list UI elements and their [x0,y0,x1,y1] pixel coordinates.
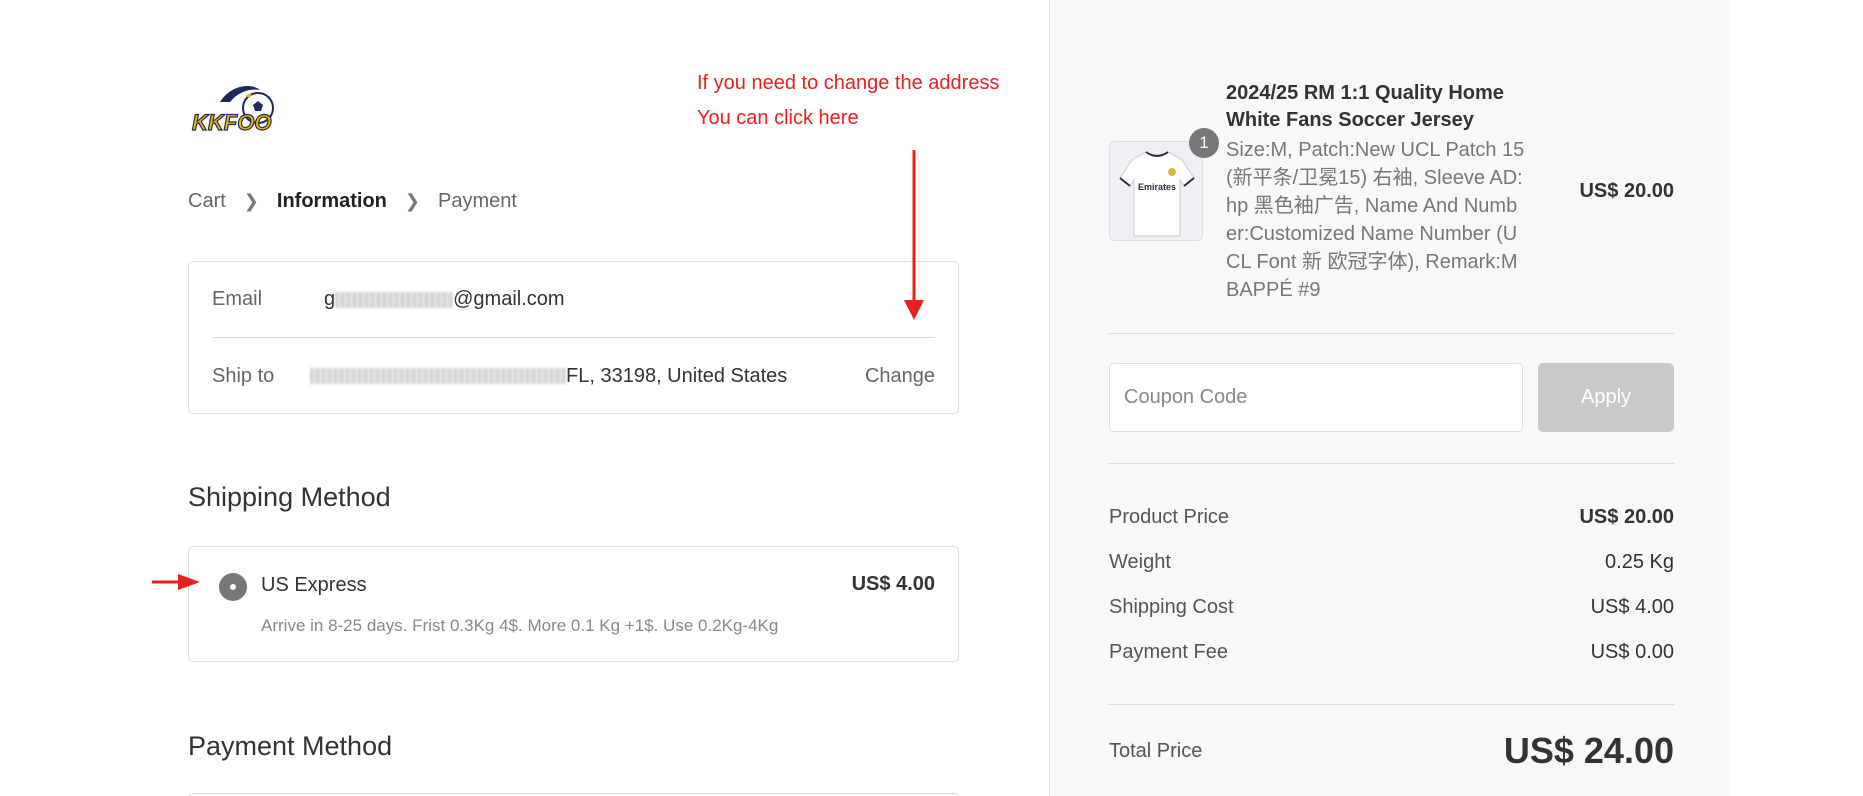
total-row: Total Price US$ 24.00 [1109,730,1674,772]
summary-label: Shipping Cost [1109,596,1234,618]
summary-value: US$ 0.00 [1590,641,1674,663]
summary-shipping-cost: Shipping Cost US$ 4.00 [1109,596,1674,619]
summary-label: Weight [1109,551,1171,573]
checkout-page: KKFOO Cart ❯ Information ❯ Payment Email… [0,0,1863,796]
divider [1109,333,1674,334]
product-line-price: US$ 20.00 [1579,180,1674,202]
down-arrow-icon [904,150,924,320]
product-options: Size:M, Patch:New UCL Patch 15 (新平条/卫冕15… [1226,139,1525,301]
divider [1109,704,1674,705]
summary-payment-fee: Payment Fee US$ 0.00 [1109,641,1674,664]
apply-coupon-button[interactable]: Apply [1538,363,1674,432]
quantity-badge: 1 [1189,128,1219,158]
summary-label: Payment Fee [1109,641,1228,663]
total-label: Total Price [1109,739,1203,762]
right-arrow-icon [152,574,200,590]
divider [1109,463,1674,464]
order-summary: Emirates 1 2024/25 RM 1:1 Quality Home W… [1049,0,1729,796]
summary-value: 0.25 Kg [1605,551,1674,573]
coupon-code-input[interactable] [1109,363,1523,432]
checkout-main: KKFOO Cart ❯ Information ❯ Payment Email… [0,0,1049,796]
product-thumbnail: Emirates [1109,141,1203,241]
summary-product-price: Product Price US$ 20.00 [1109,506,1674,529]
svg-text:Emirates: Emirates [1138,182,1176,192]
total-value: US$ 24.00 [1503,730,1674,771]
summary-label: Product Price [1109,506,1230,528]
summary-value: US$ 20.00 [1579,506,1674,528]
summary-value: US$ 4.00 [1590,596,1674,618]
summary-weight: Weight 0.25 Kg [1109,551,1674,574]
product-title: 2024/25 RM 1:1 Quality Home White Fans S… [1226,82,1504,131]
annotation-arrows [152,150,924,590]
